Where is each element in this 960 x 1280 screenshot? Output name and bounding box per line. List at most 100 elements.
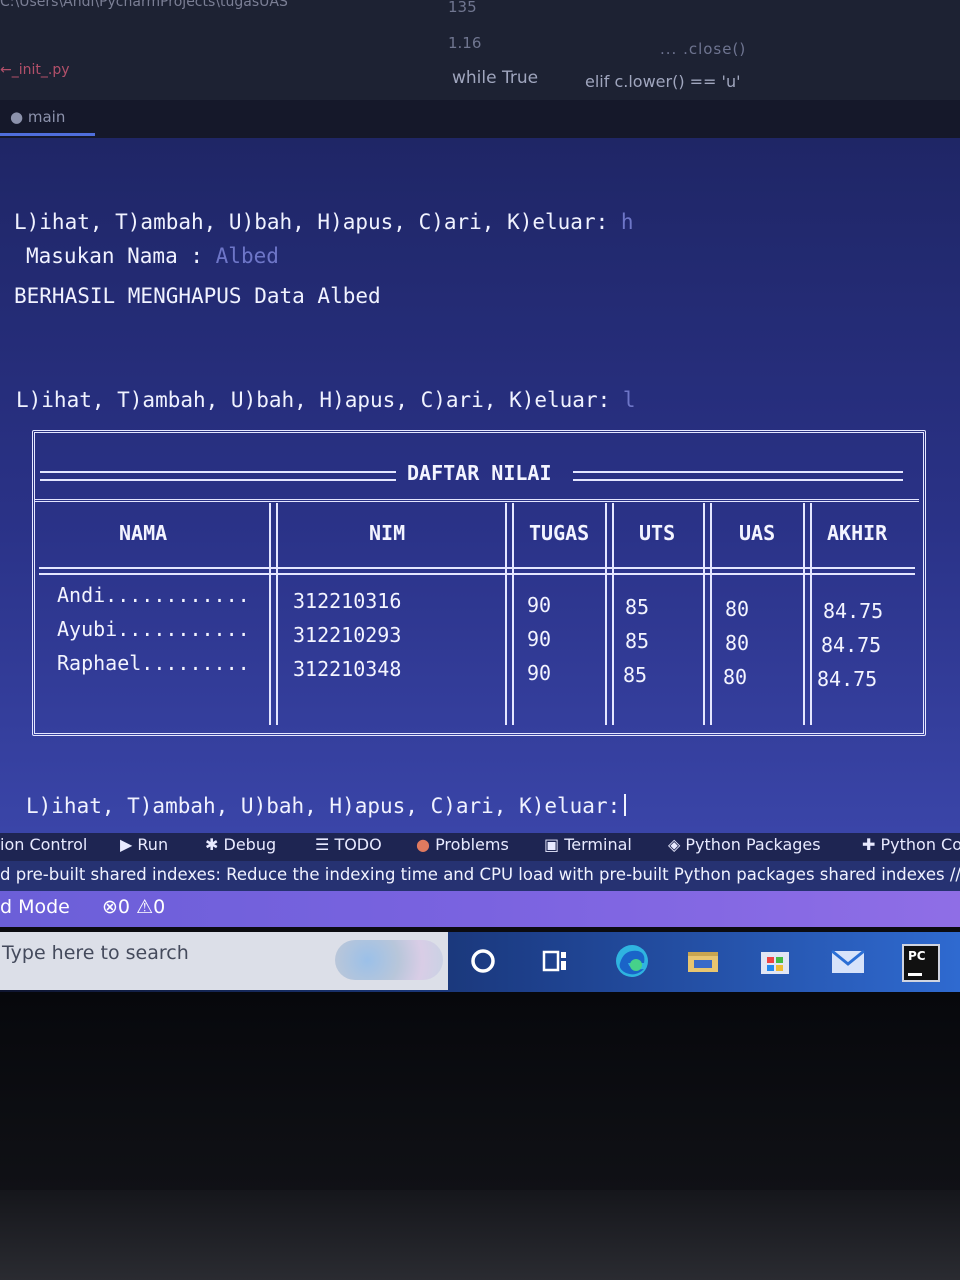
active-tab-indicator (0, 133, 95, 136)
column-divider (505, 503, 514, 725)
user-input: l (622, 388, 636, 412)
console-line: L)ihat, T)ambah, U)bah, H)apus, C)ari, K… (16, 388, 636, 412)
status-bar: d Mode ⊗0 ⚠0 (0, 891, 960, 927)
cell-uas: 80 (723, 665, 748, 689)
tool-problems[interactable]: ● Problems (416, 835, 509, 854)
header-akhir: AKHIR (827, 521, 888, 545)
monitor-edge (0, 1190, 960, 1280)
notification-text: d pre-built shared indexes: Reduce the i… (0, 865, 960, 884)
cell-uts: 85 (625, 629, 650, 653)
cell-akhir: 84.75 (817, 667, 878, 691)
error-count: 0 (117, 896, 131, 918)
menu-prompt: L)ihat, T)ambah, U)bah, H)apus, C)ari, K… (26, 794, 621, 818)
cell-nim: 312210348 (293, 657, 402, 681)
tool-run[interactable]: ▶ Run (120, 835, 168, 854)
console-input-line[interactable]: L)ihat, T)ambah, U)bah, H)apus, C)ari, K… (26, 794, 627, 818)
packages-icon: ◈ (668, 835, 681, 854)
cell-akhir: 84.75 (821, 633, 882, 657)
run-tab-main[interactable]: ● main (10, 108, 65, 126)
pycharm-bar (908, 973, 922, 976)
terminal-icon: ▣ (544, 835, 560, 854)
cell-tugas: 90 (527, 593, 552, 617)
tool-python-console-label: Python Co (880, 835, 960, 854)
code-line[interactable]: ... .close() (660, 40, 746, 58)
file-tab[interactable]: ←_init_.py (0, 62, 70, 78)
column-divider (605, 503, 614, 725)
tool-todo-label: TODO (334, 835, 382, 854)
menu-prompt: L)ihat, T)ambah, U)bah, H)apus, C)ari, K… (14, 210, 609, 234)
run-icon: ▶ (120, 835, 133, 854)
cell-uts: 85 (625, 595, 650, 619)
error-icon: ⊗ (102, 896, 118, 918)
search-highlight-image (335, 940, 443, 980)
name-prompt: Masukan Nama : (26, 244, 216, 268)
cell-uas: 80 (725, 597, 750, 621)
run-tab-label: main (27, 108, 66, 126)
console-line: Masukan Nama : Albed (26, 244, 279, 268)
search-input[interactable]: Type here to search (2, 942, 189, 964)
pycharm-icon[interactable]: PC (902, 944, 940, 982)
user-input: h (620, 210, 634, 234)
editor-area: C:\Users\Andi\PycharmProjects\tugasUAS ←… (0, 0, 960, 100)
run-tab-bar: ● main (0, 100, 960, 138)
cell-nama: Andi............ (57, 583, 250, 607)
table-title: DAFTAR NILAI (407, 461, 552, 485)
tool-debug[interactable]: ✱ Debug (205, 835, 276, 854)
run-console[interactable]: L)ihat, T)ambah, U)bah, H)apus, C)ari, K… (0, 138, 960, 833)
cell-nama: Raphael......... (57, 651, 250, 675)
table-title-row: DAFTAR NILAI (35, 433, 919, 502)
list-icon: ☰ (315, 835, 330, 854)
problems-icon: ● (416, 835, 430, 854)
warning-icon: ⚠ (136, 896, 154, 918)
tool-todo[interactable]: ☰ TODO (315, 835, 382, 854)
tool-window-bar: ion Control ▶ Run ✱ Debug ☰ TODO ● Probl… (0, 833, 960, 861)
menu-prompt: L)ihat, T)ambah, U)bah, H)apus, C)ari, K… (16, 388, 611, 412)
indexing-notification[interactable]: d pre-built shared indexes: Reduce the i… (0, 861, 960, 891)
cell-akhir: 84.75 (823, 599, 884, 623)
column-divider (703, 503, 712, 725)
cell-nama: Ayubi........... (57, 617, 250, 641)
bug-icon: ✱ (205, 835, 219, 854)
header-divider (39, 567, 915, 575)
column-divider (803, 503, 812, 725)
file-explorer-icon[interactable] (686, 946, 720, 976)
cell-nim: 312210293 (293, 623, 402, 647)
tool-version-control[interactable]: ion Control (0, 835, 87, 854)
grades-table: DAFTAR NILAI NAMA NIM TUGAS UTS UAS AKHI… (32, 430, 926, 736)
python-icon: ✚ (862, 835, 876, 854)
task-view-icon[interactable] (540, 946, 570, 976)
file-path: C:\Users\Andi\PycharmProjects\tugasUAS (0, 0, 288, 10)
header-nim: NIM (369, 521, 406, 545)
problems-summary[interactable]: ⊗0 ⚠0 (102, 896, 165, 918)
tool-python-packages[interactable]: ◈ Python Packages (668, 835, 821, 854)
mode-indicator[interactable]: d Mode (0, 896, 70, 918)
console-line: L)ihat, T)ambah, U)bah, H)apus, C)ari, K… (14, 210, 634, 234)
delete-message: BERHASIL MENGHAPUS Data Albed (14, 284, 381, 308)
line-number: 1.16 (448, 34, 482, 52)
header-uts: UTS (639, 521, 676, 545)
warning-count: 0 (153, 896, 166, 918)
tool-python-packages-label: Python Packages (685, 835, 821, 854)
pycharm-label: PC (908, 949, 926, 963)
cortana-icon[interactable] (468, 946, 498, 976)
cell-nim: 312210316 (293, 589, 402, 613)
code-line[interactable]: elif c.lower() == 'u' (585, 72, 740, 91)
store-icon[interactable] (758, 946, 792, 976)
tool-terminal-label: Terminal (564, 835, 632, 854)
cell-tugas: 90 (527, 627, 552, 651)
tool-python-console[interactable]: ✚ Python Co (862, 835, 960, 854)
title-rule (40, 471, 396, 481)
tool-run-label: Run (137, 835, 169, 854)
taskbar: Type here to search PC (0, 932, 960, 992)
header-uas: UAS (739, 521, 776, 545)
code-line[interactable]: while True (452, 68, 538, 88)
mail-icon[interactable] (830, 946, 866, 976)
edge-icon[interactable] (614, 943, 650, 979)
cell-uts: 85 (623, 663, 648, 687)
taskbar-search[interactable]: Type here to search (0, 932, 448, 990)
cell-uas: 80 (725, 631, 750, 655)
header-nama: NAMA (119, 521, 168, 545)
tool-terminal[interactable]: ▣ Terminal (544, 835, 632, 854)
column-divider (269, 503, 278, 725)
text-cursor (624, 794, 627, 816)
